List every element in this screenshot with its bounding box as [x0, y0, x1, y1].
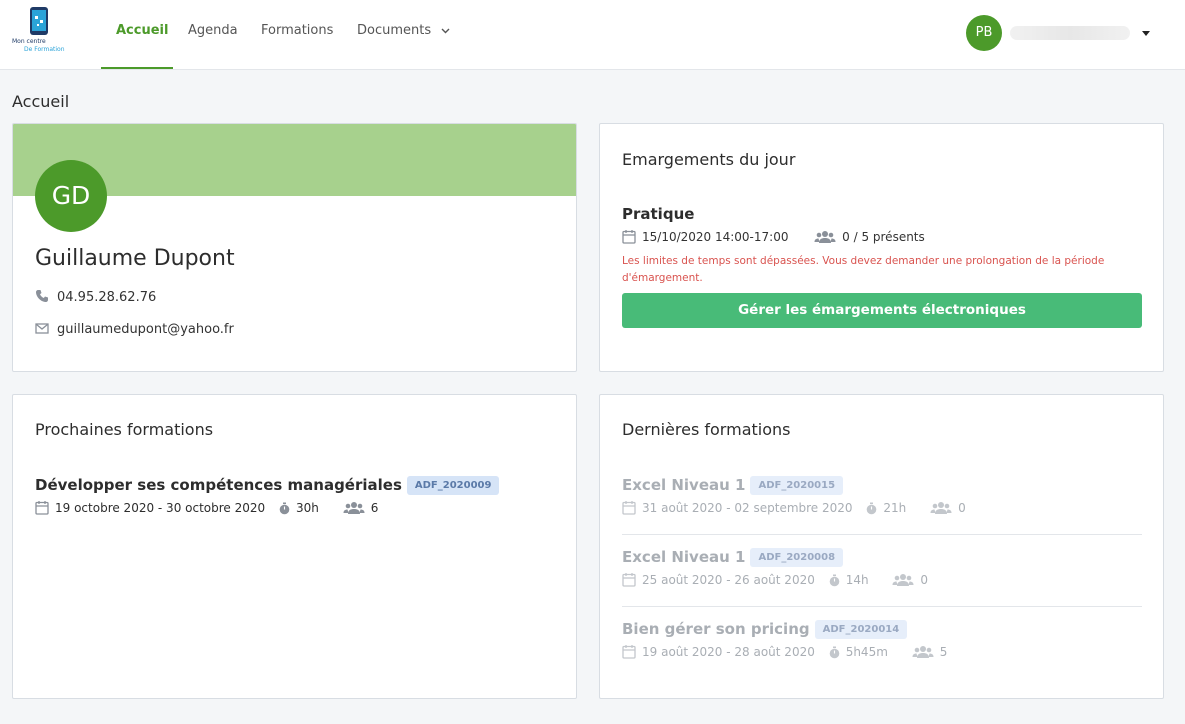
training-code-badge: ADF_2020009	[406, 476, 500, 495]
upcoming-title: Prochaines formations	[35, 420, 214, 439]
training-meta: 31 août 2020 - 02 septembre 2020 21h 0	[622, 500, 1142, 515]
nav-active-indicator	[101, 67, 173, 69]
stopwatch-icon	[867, 502, 877, 515]
emargements-title: Emargements du jour	[622, 150, 796, 169]
emargements-card: Emargements du jour Pratique 15/10/2020 …	[599, 123, 1164, 372]
past-trainings-card: Dernières formations Excel Niveau 1 ADF_2…	[599, 394, 1164, 699]
training-participants: 0	[920, 573, 929, 587]
training-participants: 0	[958, 501, 966, 515]
past-title: Dernières formations	[622, 420, 791, 439]
list-divider	[622, 606, 1142, 607]
past-training-item[interactable]: Excel Niveau 1 ADF_2020008 25 août 2020 -…	[622, 547, 1142, 587]
training-title[interactable]: Excel Niveau 1	[622, 476, 745, 494]
calendar-icon	[622, 230, 636, 244]
training-meta: 19 octobre 2020 - 30 octobre 2020 30h 6	[35, 500, 555, 515]
list-divider	[622, 534, 1142, 535]
training-meta: 25 août 2020 - 26 août 2020 14h 0	[622, 572, 1142, 587]
training-title[interactable]: Développer ses compétences managériales	[35, 476, 402, 494]
profile-phone: 04.95.28.62.76	[57, 290, 157, 305]
training-duration: 14h	[845, 573, 869, 587]
training-duration: 5h45m	[845, 645, 888, 659]
users-icon	[930, 502, 952, 514]
session-title: Pratique	[622, 205, 695, 223]
session-attendance: 0 / 5 présents	[842, 230, 925, 244]
profile-avatar: GD	[35, 160, 107, 232]
users-icon	[814, 231, 836, 243]
nav-item-documents-label: Documents	[357, 23, 432, 38]
caret-down-icon[interactable]	[1139, 26, 1153, 40]
training-dates: 19 octobre 2020 - 30 octobre 2020	[55, 501, 266, 515]
nav-item-accueil[interactable]: Accueil	[116, 0, 168, 70]
phone-logo-icon	[30, 7, 48, 35]
past-training-item[interactable]: Excel Niveau 1 ADF_2020015 31 août 2020 -…	[622, 475, 1142, 515]
stopwatch-icon	[829, 574, 839, 587]
training-title[interactable]: Bien gérer son pricing	[622, 620, 810, 638]
nav-item-documents[interactable]: Documents	[357, 0, 450, 70]
phone-icon	[36, 290, 48, 302]
time-limit-warning: Les limites de temps sont dépassées. Vou…	[622, 255, 1105, 284]
stopwatch-icon	[829, 646, 839, 659]
logo-text-line1: Mon centre	[12, 38, 46, 45]
chevron-down-icon	[441, 28, 450, 33]
training-code-badge: ADF_2020014	[814, 620, 908, 639]
users-icon	[892, 574, 914, 586]
stopwatch-icon	[279, 502, 290, 515]
training-duration: 21h	[883, 501, 907, 515]
training-meta: 19 août 2020 - 28 août 2020 5h45m 5	[622, 644, 1142, 659]
top-navbar: Mon centre De Formation Accueil Agenda F…	[0, 0, 1185, 70]
manage-emargements-button[interactable]: Gérer les émargements électroniques	[622, 293, 1142, 328]
profile-email[interactable]: guillaumedupont@yahoo.fr	[57, 322, 234, 337]
calendar-icon	[35, 501, 49, 515]
user-avatar[interactable]: PB	[966, 15, 1002, 51]
nav-item-agenda[interactable]: Agenda	[188, 0, 238, 70]
training-dates: 31 août 2020 - 02 septembre 2020	[642, 501, 853, 515]
users-icon	[912, 646, 934, 658]
logo-text-line2: De Formation	[24, 46, 65, 53]
user-name-redacted[interactable]	[1010, 26, 1130, 40]
session-datetime: 15/10/2020 14:00-17:00	[642, 230, 789, 244]
profile-card: GD Guillaume Dupont 04.95.28.62.76 guill…	[12, 123, 577, 372]
training-code-badge: ADF_2020015	[750, 476, 844, 495]
calendar-icon	[622, 501, 636, 515]
training-item[interactable]: Développer ses compétences managériales A…	[35, 475, 555, 515]
session-meta: 15/10/2020 14:00-17:00 0 / 5 présents	[622, 229, 925, 244]
training-duration: 30h	[295, 501, 319, 515]
training-dates: 25 août 2020 - 26 août 2020	[642, 573, 815, 587]
profile-name: Guillaume Dupont	[35, 246, 235, 271]
profile-phone-row: 04.95.28.62.76	[35, 289, 156, 305]
training-dates: 19 août 2020 - 28 août 2020	[642, 645, 815, 659]
calendar-icon	[622, 645, 636, 659]
nav-item-formations[interactable]: Formations	[261, 0, 333, 70]
page-title: Accueil	[12, 92, 70, 111]
training-participants: 5	[939, 645, 948, 659]
envelope-icon	[35, 323, 49, 334]
training-code-badge: ADF_2020008	[750, 548, 844, 567]
calendar-icon	[622, 573, 636, 587]
profile-email-row: guillaumedupont@yahoo.fr	[35, 321, 234, 337]
training-title[interactable]: Excel Niveau 1	[622, 548, 745, 566]
app-logo[interactable]: Mon centre De Formation	[12, 6, 68, 56]
past-training-item[interactable]: Bien gérer son pricing ADF_2020014 19 aoû…	[622, 619, 1142, 659]
training-participants: 6	[370, 501, 379, 515]
users-icon	[343, 502, 365, 514]
upcoming-trainings-card: Prochaines formations Développer ses com…	[12, 394, 577, 699]
